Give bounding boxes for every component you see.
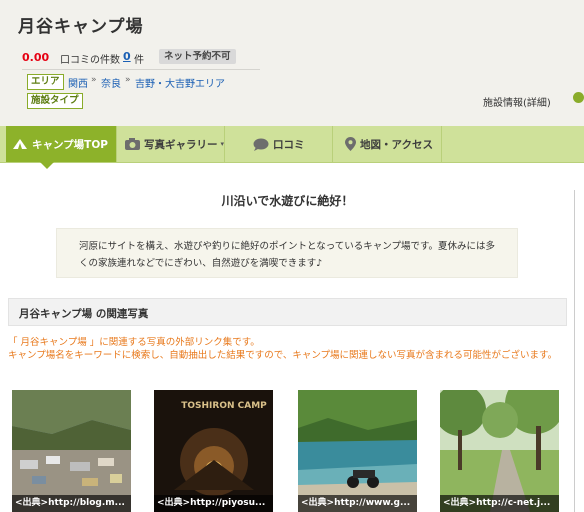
related-photo-3[interactable]: <出典>http://www.g... (298, 390, 417, 512)
facility-type-tag: 施設タイプ (27, 93, 83, 109)
area-tag: エリア (27, 74, 64, 90)
header-divider (22, 69, 260, 70)
scroll-track[interactable] (574, 190, 575, 512)
breadcrumb-kansai[interactable]: 関西 (68, 75, 88, 90)
notice-line: 「 月谷キャンプ場 」に関連する写真の外部リンク集です。 (8, 337, 260, 348)
external-links-notice: 「 月谷キャンプ場 」に関連する写真の外部リンク集です。 キャンプ場名をキーワー… (8, 336, 574, 362)
tab-label: 地図・アクセス (360, 138, 433, 151)
photo-source-caption: <出典>http://blog.m... (12, 495, 131, 512)
campsite-header: 月谷キャンプ場 0.00 口コミの件数 0 件 ネット予約不可 エリア 関西 »… (0, 0, 584, 126)
review-count-unit: 件 (134, 55, 144, 66)
notice-line: キャンプ場名をキーワードに検索し、自動抽出した結果ですので、キャンプ場に関連しな… (8, 350, 558, 361)
campsite-description: 河原にサイトを構え、水遊びや釣りに絶好のポイントとなっているキャンプ場です。夏休… (56, 228, 518, 278)
photo-source-caption: <出典>http://piyosu... (154, 495, 273, 512)
chevron-right-icon: » (91, 75, 97, 85)
active-tab-indicator (40, 162, 54, 169)
campsite-photo-image (298, 390, 417, 512)
related-photo-1[interactable]: <出典>http://blog.m... (12, 390, 131, 512)
chevron-right-icon: » (125, 75, 131, 85)
breadcrumb-yoshino[interactable]: 吉野・大吉野エリア (135, 75, 225, 90)
photo-source-caption: <出典>http://www.g... (298, 495, 417, 512)
net-reservation-badge: ネット予約不可 (159, 49, 236, 64)
campsite-photo-image: TOSHIRON CAMP (154, 390, 273, 512)
breadcrumb-nara[interactable]: 奈良 (101, 75, 121, 90)
map-pin-icon (345, 137, 356, 151)
camera-icon (125, 138, 140, 150)
arrow-circle-icon (573, 92, 584, 103)
section-title: 月谷キャンプ場 の関連写真 (19, 308, 149, 320)
campsite-photo-image (12, 390, 131, 512)
campsite-headline: 川沿いで水遊びに絶好！ (221, 194, 354, 208)
review-count-label: 口コミの件数 (60, 55, 120, 66)
speech-bubble-icon (253, 138, 269, 151)
tab-label: キャンプ場TOP (32, 138, 108, 151)
review-count-link[interactable]: 0 (123, 50, 131, 63)
related-photos-header: 月谷キャンプ場 の関連写真 (8, 298, 567, 326)
tab-map-access[interactable]: 地図・アクセス (332, 126, 442, 162)
tab-campsite-top[interactable]: キャンプ場TOP (6, 126, 116, 162)
facility-info-link[interactable]: 施設情報(詳細) (483, 94, 551, 109)
related-photo-4[interactable]: <出典>http://c-net.j... (440, 390, 559, 512)
page-title: 月谷キャンプ場 (18, 17, 144, 37)
rating-score: 0.00 (22, 51, 50, 64)
tent-icon (13, 139, 27, 149)
tab-label: 写真ギャラリー (144, 138, 218, 151)
campsite-photo-image (440, 390, 559, 512)
related-photo-2[interactable]: TOSHIRON CAMP <出典>http://piyosu... (154, 390, 273, 512)
photo-source-caption: <出典>http://c-net.j... (440, 495, 559, 512)
tab-reviews[interactable]: 口コミ (224, 126, 332, 162)
photo-overlay-text: TOSHIRON CAMP (181, 401, 267, 411)
tab-photo-gallery[interactable]: 写真ギャラリー ▾ (116, 126, 224, 162)
campsite-nav: キャンプ場TOP 写真ギャラリー ▾ 口コミ 地図・アクセス (0, 126, 584, 163)
tab-label: 口コミ (273, 138, 305, 151)
